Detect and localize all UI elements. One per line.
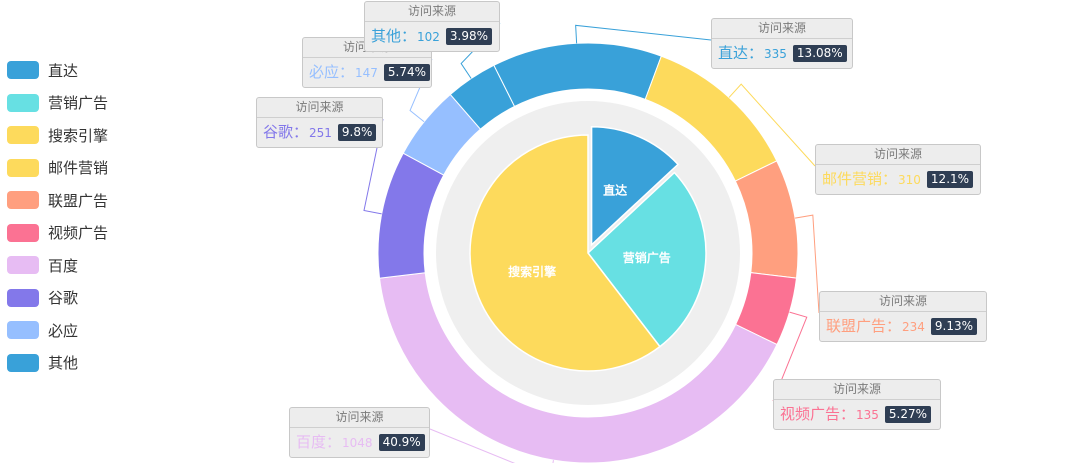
legend-label: 谷歌 — [48, 289, 79, 308]
callout-slice-name: 百度： — [296, 433, 342, 451]
callout-slice-name: 联盟广告： — [826, 317, 902, 335]
label-line — [794, 214, 820, 314]
slice-callout: 访问来源其他：102 3.98% — [364, 1, 500, 52]
slice-callout: 访问来源直达：335 13.08% — [711, 18, 853, 69]
callout-percent: 13.08% — [792, 45, 847, 62]
callout-series-name: 访问来源 — [257, 98, 382, 118]
callout-value: 1048 — [342, 436, 373, 450]
callout-slice-name: 视频广告： — [780, 405, 856, 423]
callout-slice-name: 直达： — [718, 44, 764, 62]
callout-body: 联盟广告：234 9.13% — [820, 312, 986, 341]
callout-percent: 12.1% — [926, 171, 974, 188]
legend-swatch — [7, 223, 39, 242]
callout-series-name: 访问来源 — [365, 2, 499, 22]
callout-series-name: 访问来源 — [820, 292, 986, 312]
legend-item[interactable]: 必应 — [7, 314, 108, 347]
legend-swatch — [7, 256, 39, 275]
legend-swatch — [7, 321, 39, 340]
slice-callout: 访问来源谷歌：251 9.8% — [256, 97, 383, 148]
callout-body: 视频广告：135 5.27% — [774, 400, 940, 429]
legend-swatch — [7, 126, 39, 145]
callout-body: 必应：147 5.74% — [303, 58, 431, 87]
legend: 直达营销广告搜索引擎邮件营销联盟广告视频广告百度谷歌必应其他 — [7, 54, 108, 379]
callout-body: 谷歌：251 9.8% — [257, 118, 382, 147]
legend-label: 搜索引擎 — [48, 126, 109, 145]
callout-slice-name: 必应： — [309, 63, 355, 81]
legend-item[interactable]: 其他 — [7, 347, 108, 380]
callout-value: 102 — [417, 30, 440, 44]
callout-body: 百度：1048 40.9% — [290, 428, 429, 457]
callout-value: 335 — [764, 47, 787, 61]
outer-slice[interactable] — [734, 160, 799, 279]
legend-item[interactable]: 视频广告 — [7, 217, 108, 250]
callout-value: 310 — [898, 173, 921, 187]
slice-callout: 访问来源视频广告：135 5.27% — [773, 379, 941, 430]
callout-value: 135 — [856, 408, 879, 422]
inner-slice-label: 营销广告 — [623, 250, 671, 265]
callout-value: 251 — [309, 126, 332, 140]
legend-label: 邮件营销 — [48, 159, 109, 178]
legend-item[interactable]: 百度 — [7, 249, 108, 282]
slice-callout: 访问来源百度：1048 40.9% — [289, 407, 430, 458]
label-line — [575, 24, 712, 44]
legend-swatch — [7, 158, 39, 177]
slice-callout: 访问来源邮件营销：310 12.1% — [815, 144, 981, 195]
callout-slice-name: 邮件营销： — [822, 170, 898, 188]
outer-slice[interactable] — [377, 152, 445, 279]
callout-percent: 5.27% — [884, 406, 932, 423]
legend-swatch — [7, 288, 39, 307]
legend-label: 视频广告 — [48, 224, 109, 243]
callout-series-name: 访问来源 — [712, 19, 852, 39]
callout-percent: 9.8% — [337, 124, 377, 141]
legend-swatch — [7, 353, 39, 372]
legend-label: 必应 — [48, 321, 79, 340]
callout-series-name: 访问来源 — [290, 408, 429, 428]
legend-label: 营销广告 — [48, 94, 109, 113]
callout-percent: 9.13% — [930, 318, 978, 335]
legend-label: 其他 — [48, 354, 79, 373]
callout-percent: 5.74% — [383, 64, 431, 81]
legend-label: 直达 — [48, 61, 79, 80]
legend-swatch — [7, 191, 39, 210]
inner-slice-label: 直达 — [603, 183, 627, 198]
legend-item[interactable]: 营销广告 — [7, 87, 108, 120]
outer-slice[interactable] — [493, 42, 662, 108]
callout-body: 邮件营销：310 12.1% — [816, 165, 980, 194]
legend-item[interactable]: 联盟广告 — [7, 184, 108, 217]
callout-value: 234 — [902, 320, 925, 334]
callout-body: 其他：102 3.98% — [365, 22, 499, 51]
inner-slice-label: 搜索引擎 — [508, 264, 556, 279]
callout-series-name: 访问来源 — [774, 380, 940, 400]
legend-swatch — [7, 61, 39, 80]
legend-item[interactable]: 谷歌 — [7, 282, 108, 315]
callout-slice-name: 其他： — [371, 27, 417, 45]
legend-label: 百度 — [48, 256, 79, 275]
slice-callout: 访问来源联盟广告：234 9.13% — [819, 291, 987, 342]
callout-slice-name: 谷歌： — [263, 123, 309, 141]
callout-percent: 40.9% — [378, 434, 425, 451]
callout-value: 147 — [355, 66, 378, 80]
legend-label: 联盟广告 — [48, 191, 109, 210]
legend-item[interactable]: 直达 — [7, 54, 108, 87]
legend-item[interactable]: 搜索引擎 — [7, 119, 108, 152]
legend-swatch — [7, 93, 39, 112]
callout-body: 直达：335 13.08% — [712, 39, 852, 68]
legend-item[interactable]: 邮件营销 — [7, 152, 108, 185]
callout-percent: 3.98% — [445, 28, 493, 45]
callout-series-name: 访问来源 — [816, 145, 980, 165]
